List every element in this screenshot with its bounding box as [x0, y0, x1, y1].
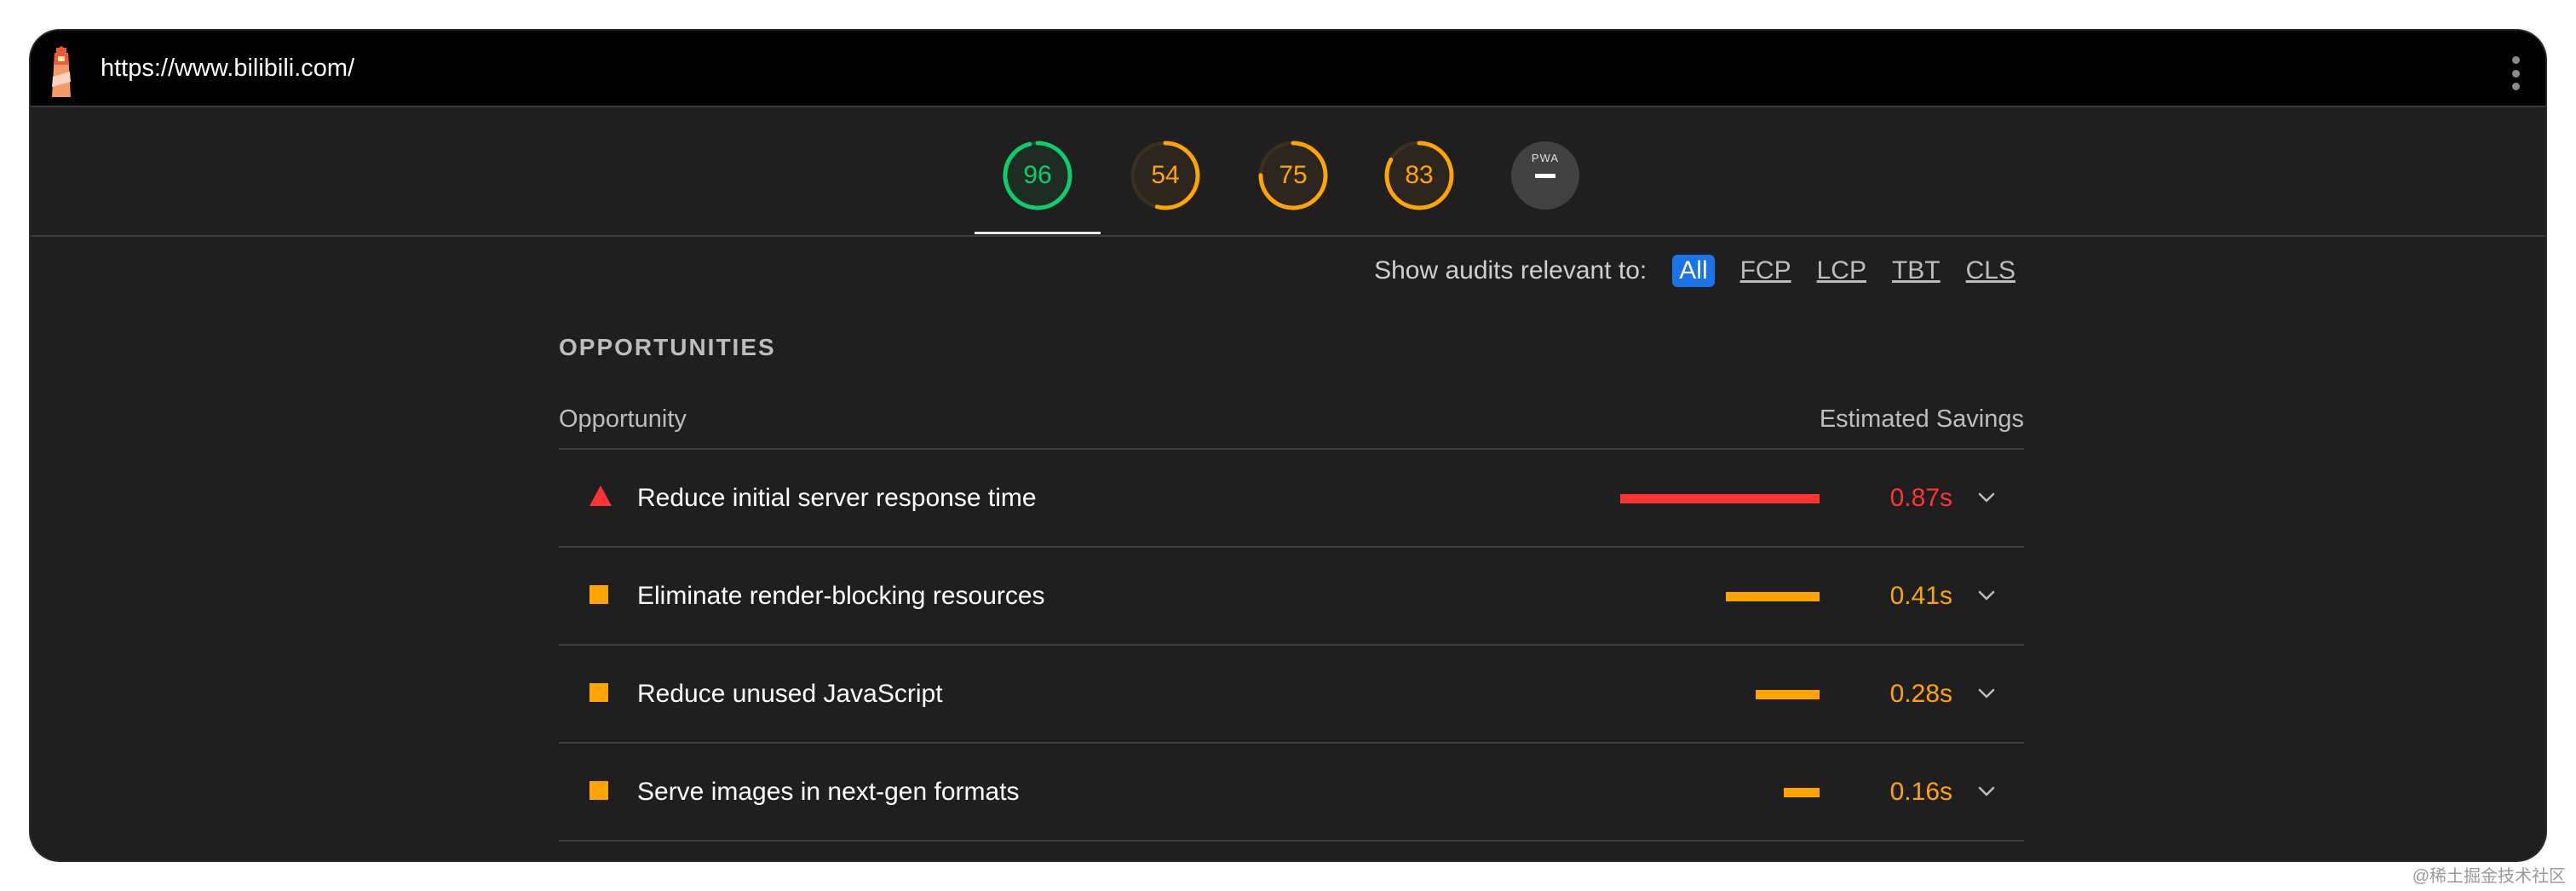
- column-header-savings: Estimated Savings: [1819, 405, 2024, 433]
- opportunity-title: Reduce unused JavaScript: [637, 680, 943, 708]
- chevron-down-icon[interactable]: [1976, 585, 1997, 606]
- gauge-score: 83: [1405, 161, 1434, 189]
- savings-value: 0.41s: [1889, 582, 1952, 610]
- audit-filter: Show audits relevant to: All FCP LCP TBT…: [1374, 252, 2015, 290]
- average-square-icon: [589, 683, 608, 702]
- page-url: https://www.bilibili.com/: [101, 55, 355, 82]
- savings-value: 0.16s: [1889, 778, 1952, 806]
- savings-bar: [1726, 592, 1820, 601]
- gauge-performance[interactable]: 96: [1002, 140, 1073, 211]
- gauge-accessibility[interactable]: 54: [1130, 140, 1201, 211]
- chevron-down-icon[interactable]: [1976, 487, 1997, 508]
- filter-chip-lcp[interactable]: LCP: [1817, 256, 1866, 285]
- table-row[interactable]: Eliminate render-blocking resources 0.41s: [559, 548, 2024, 646]
- savings-bar: [1756, 690, 1820, 699]
- gauge-score: 54: [1151, 161, 1180, 189]
- filter-label: Show audits relevant to:: [1374, 256, 1647, 285]
- lighthouse-logo-icon: [52, 46, 71, 97]
- savings-value: 0.28s: [1889, 680, 1952, 708]
- average-square-icon: [589, 781, 608, 800]
- more-options-icon[interactable]: [2511, 56, 2520, 90]
- savings-bar: [1620, 494, 1820, 503]
- score-gauges: 96 54 75 83 PWA: [31, 107, 2545, 237]
- table-row[interactable]: Serve images in next-gen formats 0.16s: [559, 744, 2024, 842]
- active-gauge-indicator: [975, 232, 1101, 234]
- filter-chip-fcp[interactable]: FCP: [1740, 256, 1791, 285]
- opportunity-title: Eliminate render-blocking resources: [637, 582, 1045, 610]
- gauge-score: 96: [1023, 161, 1052, 189]
- gauge-pwa[interactable]: PWA: [1509, 140, 1581, 211]
- pwa-dash-icon: [1535, 174, 1555, 178]
- fail-triangle-icon: [589, 486, 612, 506]
- table-header: Opportunity Estimated Savings: [559, 405, 2024, 450]
- watermark: @稀土掘金技术社区: [2412, 867, 2566, 886]
- filter-chip-tbt[interactable]: TBT: [1892, 256, 1941, 285]
- pwa-badge-label: PWA: [1531, 152, 1560, 164]
- average-square-icon: [589, 585, 608, 604]
- report-topbar: https://www.bilibili.com/: [31, 31, 2545, 107]
- table-row[interactable]: Reduce initial server response time 0.87s: [559, 450, 2024, 548]
- savings-value: 0.87s: [1889, 484, 1952, 512]
- filter-chip-all[interactable]: All: [1672, 255, 1715, 287]
- filter-chip-cls[interactable]: CLS: [1966, 256, 2015, 285]
- chevron-down-icon[interactable]: [1976, 683, 1997, 704]
- opportunity-title: Reduce initial server response time: [637, 484, 1037, 512]
- section-title: OPPORTUNITIES: [559, 334, 776, 360]
- gauge-score: 75: [1279, 161, 1308, 189]
- gauge-best-practices[interactable]: 75: [1257, 140, 1329, 211]
- opportunity-title: Serve images in next-gen formats: [637, 778, 1020, 806]
- gauge-seo[interactable]: 83: [1383, 140, 1455, 211]
- savings-bar: [1784, 788, 1820, 797]
- chevron-down-icon[interactable]: [1976, 781, 1997, 802]
- lighthouse-report-window: https://www.bilibili.com/ 96 54 75 83 PW…: [31, 31, 2545, 860]
- column-header-opportunity: Opportunity: [559, 405, 687, 433]
- table-row[interactable]: Reduce unused JavaScript 0.28s: [559, 646, 2024, 744]
- opportunities-table: Opportunity Estimated Savings Reduce ini…: [559, 405, 2024, 842]
